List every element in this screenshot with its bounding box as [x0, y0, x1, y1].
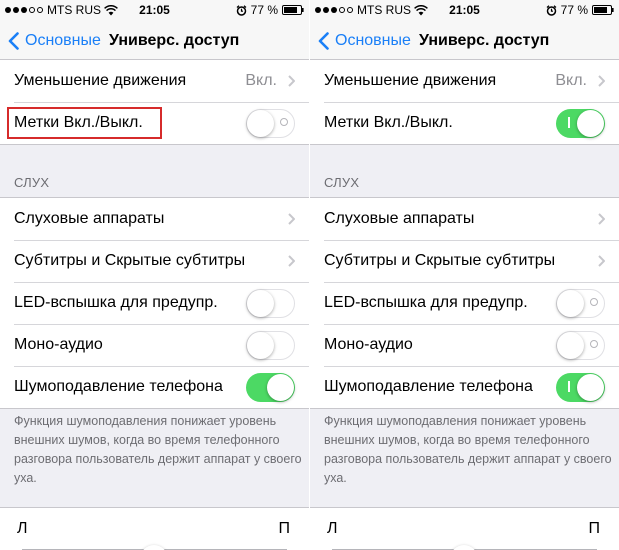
row-label: Моно-аудио	[14, 336, 103, 353]
hearing-aids-row[interactable]: Слуховые аппараты	[0, 198, 309, 240]
toggle-knob	[557, 289, 584, 317]
hearing-settings-group: Слуховые аппараты Субтитры и Скрытые суб…	[0, 197, 309, 409]
off-mark-icon	[590, 340, 598, 348]
battery-icon	[282, 5, 304, 15]
balance-left-label: Л	[17, 520, 28, 537]
back-chevron-icon[interactable]	[8, 32, 19, 50]
reduce-motion-row[interactable]: Уменьшение движения Вкл.	[310, 60, 619, 102]
row-label: Уменьшение движения	[14, 72, 187, 89]
back-button[interactable]: Основные	[25, 31, 101, 51]
on-mark-icon	[568, 117, 570, 128]
balance-knob[interactable]	[140, 545, 168, 550]
chevron-right-icon	[288, 75, 295, 87]
row-label: Уменьшение движения	[324, 72, 497, 89]
highlight-box	[7, 107, 162, 139]
on-off-labels-row: Метки Вкл./Выкл.	[310, 102, 619, 144]
screen-before: MTS RUS 21:05 77 % Основные Универс. дос…	[0, 0, 309, 550]
footer-note: Функция шумоподавления понижает уровень …	[14, 414, 302, 485]
chevron-right-icon	[598, 255, 605, 267]
noise-cancellation-toggle[interactable]	[556, 373, 605, 402]
on-off-labels-toggle[interactable]	[556, 109, 605, 138]
row-label: Метки Вкл./Выкл.	[324, 114, 453, 131]
alarm-icon	[236, 4, 247, 16]
audio-balance-slider: Л П	[310, 507, 619, 550]
toggle-knob	[577, 374, 604, 401]
off-mark-icon	[590, 298, 598, 306]
status-bar: MTS RUS 21:05 77 %	[0, 0, 309, 20]
row-label: Шумоподавление телефона	[14, 378, 223, 395]
row-label: Слуховые аппараты	[324, 210, 475, 227]
balance-right-label: П	[588, 520, 601, 537]
screen-after: MTS RUS 21:05 77 % Основные Универс. дос…	[310, 0, 619, 550]
toggle-knob	[577, 110, 604, 137]
led-flash-row: LED-вспышка для предупр.	[310, 282, 619, 324]
hearing-aids-row[interactable]: Слуховые аппараты	[310, 198, 619, 240]
battery-icon	[592, 5, 614, 15]
row-label: LED-вспышка для предупр.	[14, 294, 218, 311]
page-title: Универс. доступ	[419, 32, 550, 49]
noise-cancellation-toggle[interactable]	[246, 373, 295, 402]
on-off-labels-toggle[interactable]	[246, 109, 295, 138]
back-chevron-icon[interactable]	[318, 32, 329, 50]
subtitles-row[interactable]: Субтитры и Скрытые субтитры	[0, 240, 309, 282]
audio-balance-slider: Л П	[0, 507, 309, 550]
noise-cancellation-row: Шумоподавление телефона	[310, 366, 619, 408]
section-header: СЛУХ	[324, 175, 360, 190]
row-label: Субтитры и Скрытые субтитры	[14, 252, 246, 269]
alarm-icon	[546, 4, 557, 16]
mono-audio-row: Моно-аудио	[310, 324, 619, 366]
footer-note: Функция шумоподавления понижает уровень …	[324, 414, 612, 485]
battery-percent: 77 %	[250, 3, 278, 17]
balance-knob[interactable]	[450, 545, 478, 550]
reduce-motion-row[interactable]: Уменьшение движения Вкл.	[0, 60, 309, 102]
row-value: Вкл.	[245, 72, 277, 89]
chevron-right-icon	[598, 213, 605, 225]
mono-audio-row: Моно-аудио	[0, 324, 309, 366]
chevron-right-icon	[288, 255, 295, 267]
led-flash-row: LED-вспышка для предупр.	[0, 282, 309, 324]
back-button[interactable]: Основные	[335, 31, 411, 51]
navigation-bar: Основные Универс. доступ	[310, 20, 619, 63]
toggle-knob	[247, 109, 274, 137]
battery-percent: 77 %	[560, 3, 588, 17]
subtitles-row[interactable]: Субтитры и Скрытые субтитры	[310, 240, 619, 282]
mono-audio-toggle[interactable]	[556, 331, 605, 360]
balance-left-label: Л	[327, 520, 338, 537]
top-settings-group: Уменьшение движения Вкл. Метки Вкл./Выкл…	[310, 59, 619, 145]
row-label: Моно-аудио	[324, 336, 413, 353]
balance-right-label: П	[278, 520, 291, 537]
toggle-knob	[247, 331, 274, 359]
toggle-knob	[557, 331, 584, 359]
off-mark-icon	[280, 118, 288, 126]
hearing-settings-group: Слуховые аппараты Субтитры и Скрытые суб…	[310, 197, 619, 409]
row-label: Субтитры и Скрытые субтитры	[324, 252, 556, 269]
on-mark-icon	[568, 381, 570, 392]
page-title: Универс. доступ	[109, 32, 240, 49]
navigation-bar: Основные Универс. доступ	[0, 20, 309, 63]
row-label: LED-вспышка для предупр.	[324, 294, 528, 311]
row-label: Слуховые аппараты	[14, 210, 165, 227]
led-flash-toggle[interactable]	[556, 289, 605, 318]
status-bar: MTS RUS 21:05 77 %	[310, 0, 619, 20]
row-label: Шумоподавление телефона	[324, 378, 533, 395]
mono-audio-toggle[interactable]	[246, 331, 295, 360]
toggle-knob	[247, 289, 274, 317]
section-header: СЛУХ	[14, 175, 50, 190]
chevron-right-icon	[288, 213, 295, 225]
chevron-right-icon	[598, 75, 605, 87]
toggle-knob	[267, 374, 294, 401]
row-value: Вкл.	[555, 72, 587, 89]
noise-cancellation-row: Шумоподавление телефона	[0, 366, 309, 408]
led-flash-toggle[interactable]	[246, 289, 295, 318]
